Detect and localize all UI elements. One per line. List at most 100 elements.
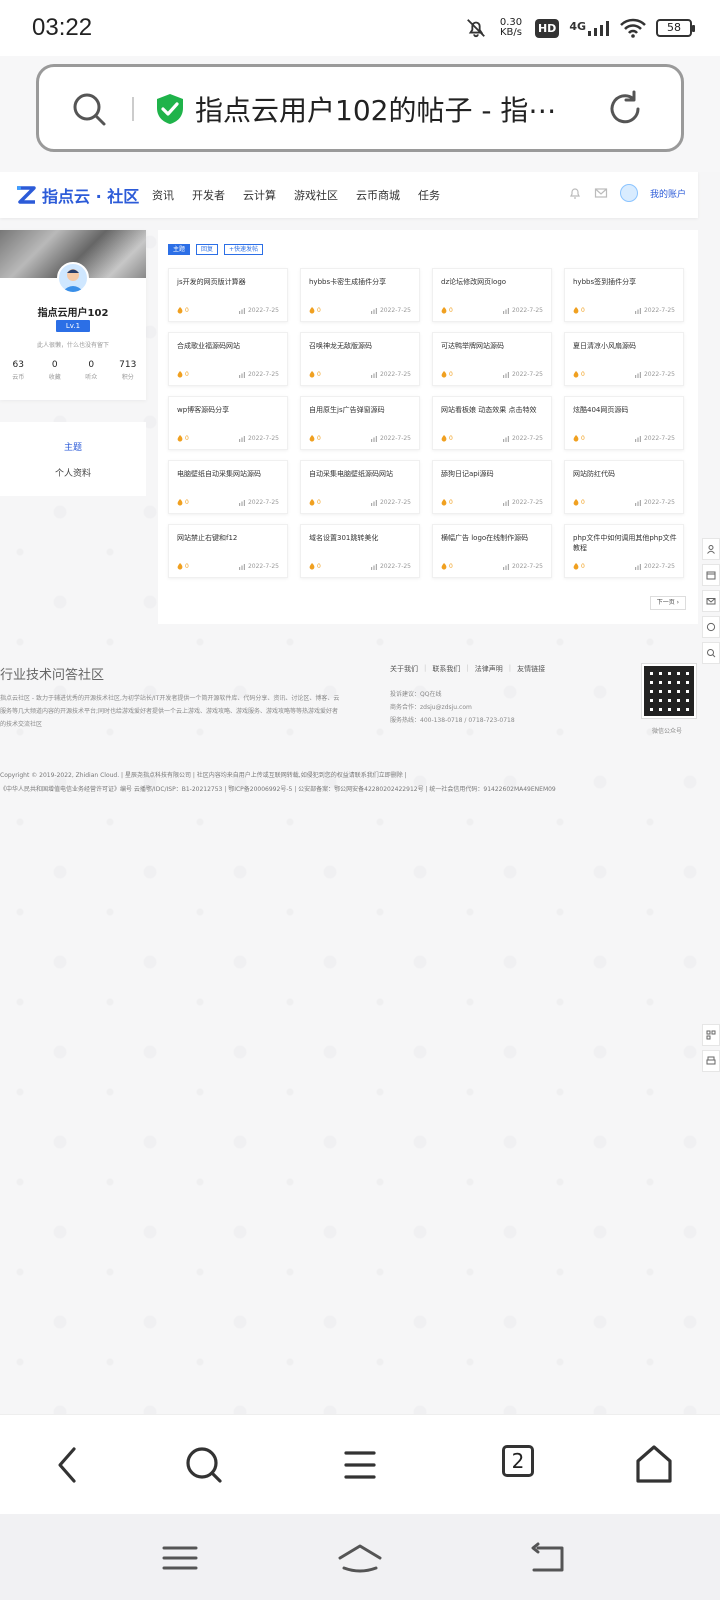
search-icon xyxy=(707,649,716,658)
post-title[interactable]: js开发的网页版计算器 xyxy=(177,277,281,287)
menu-item-threads[interactable]: 主题 xyxy=(0,440,146,453)
side-tools xyxy=(702,538,720,668)
post-title[interactable]: php文件中如何调用其他php文件教程 xyxy=(573,533,677,553)
user-avatar-icon xyxy=(62,269,84,292)
flame-icon xyxy=(177,307,183,314)
tab-threads[interactable]: 主题 xyxy=(168,244,191,255)
nav-item-developer[interactable]: 开发者 xyxy=(192,187,225,203)
post-card[interactable]: 可达鸭举牌网站源码 0 2022-7-25 xyxy=(432,332,552,386)
reload-icon[interactable] xyxy=(605,89,645,129)
nav-item-news[interactable]: 资讯 xyxy=(152,187,174,203)
footer-link-legal[interactable]: 法律声明 xyxy=(475,664,503,674)
post-card[interactable]: 自用原生js广告弹窗源码 0 2022-7-25 xyxy=(300,396,420,450)
side-user-button[interactable] xyxy=(702,538,720,560)
date-text: 2022-7-25 xyxy=(379,563,411,570)
post-card[interactable]: 舔狗日记api源码 0 2022-7-25 xyxy=(432,460,552,514)
post-card[interactable]: 域名设置301跳转美化 0 2022-7-25 xyxy=(300,524,420,578)
post-title[interactable]: 网站防红代码 xyxy=(573,469,677,479)
side-qr-button[interactable] xyxy=(702,1024,720,1046)
profile-stats: 63 云币 0 收藏 0 听众 713 积分 xyxy=(0,360,146,381)
nav-item-shop[interactable]: 云币商城 xyxy=(356,187,400,203)
flame-icon xyxy=(309,371,315,378)
post-title[interactable]: 自用原生js广告弹窗源码 xyxy=(309,405,413,415)
side-search-button[interactable] xyxy=(702,642,720,664)
contact-business[interactable]: 商务合作：zdsju@zdsju.com xyxy=(390,701,515,714)
post-title[interactable]: 网站禁止右键和f12 xyxy=(177,533,281,543)
avatar[interactable] xyxy=(619,184,638,202)
home-icon[interactable] xyxy=(632,1443,676,1487)
post-card[interactable]: wp博客源码分享 0 2022-7-25 xyxy=(168,396,288,450)
page-title[interactable]: 指点云用户102的帖子 - 指⋯ xyxy=(195,89,595,129)
webpage-viewport[interactable]: 指点云 · 社区 资讯 开发者 云计算 游戏社区 云币商城 任务 我的账户 指点… xyxy=(0,172,720,1414)
contact-complaint[interactable]: 投诉建议：QQ在线 xyxy=(390,688,515,701)
footer-link-contact[interactable]: 联系我们 xyxy=(432,664,460,674)
post-title[interactable]: 自动采集电脑壁纸源码网站 xyxy=(309,469,413,479)
side-calendar-button[interactable] xyxy=(702,564,720,586)
nav-item-games[interactable]: 游戏社区 xyxy=(294,187,338,203)
post-title[interactable]: 电脑壁纸自动采集网站源码 xyxy=(177,469,281,479)
post-title[interactable]: 炫酷404网页源码 xyxy=(573,405,677,415)
post-card[interactable]: 合成歌业福源码网站 0 2022-7-25 xyxy=(168,332,288,386)
views-icon xyxy=(238,371,245,378)
post-card[interactable]: 夏日清凉小风扇源码 0 2022-7-25 xyxy=(564,332,684,386)
level-badge: Lv.1 xyxy=(56,320,90,332)
home-icon[interactable] xyxy=(336,1540,384,1576)
search-icon[interactable] xyxy=(71,91,107,127)
post-title[interactable]: 合成歌业福源码网站 xyxy=(177,341,281,351)
post-card[interactable]: hybbs卡密生成插件分享 0 2022-7-25 xyxy=(300,268,420,322)
post-card[interactable]: 网站看板娘 动态效果 点击特效 0 2022-7-25 xyxy=(432,396,552,450)
post-card[interactable]: hybbs签到插件分享 0 2022-7-25 xyxy=(564,268,684,322)
post-title[interactable]: hybbs卡密生成插件分享 xyxy=(309,277,413,287)
back-icon[interactable] xyxy=(528,1540,568,1576)
footer-link-about[interactable]: 关于我们 xyxy=(390,664,418,674)
post-title[interactable]: 夏日清凉小风扇源码 xyxy=(573,341,677,351)
post-title[interactable]: 域名设置301跳转美化 xyxy=(309,533,413,543)
post-title[interactable]: 舔狗日记api源码 xyxy=(441,469,545,479)
post-date: 2022-7-25 xyxy=(634,563,675,570)
date-text: 2022-7-25 xyxy=(643,499,675,506)
post-title[interactable]: 召唤神龙无敌版源码 xyxy=(309,341,413,351)
post-card[interactable]: 电脑壁纸自动采集网站源码 0 2022-7-25 xyxy=(168,460,288,514)
post-title[interactable]: 网站看板娘 动态效果 点击特效 xyxy=(441,405,545,415)
post-card[interactable]: 炫酷404网页源码 0 2022-7-25 xyxy=(564,396,684,450)
flame-icon xyxy=(441,435,447,442)
footer-link-friends[interactable]: 友情链接 xyxy=(517,664,545,674)
post-title[interactable]: 可达鸭举牌网站源码 xyxy=(441,341,545,351)
tab-replies[interactable]: 回复 xyxy=(196,244,219,255)
next-page-button[interactable]: 下一页 › xyxy=(649,596,686,610)
site-logo[interactable]: 指点云 · 社区 xyxy=(14,181,139,209)
side-print-button[interactable] xyxy=(702,1050,720,1072)
mail-icon[interactable] xyxy=(594,186,608,200)
recents-icon[interactable] xyxy=(160,1540,200,1576)
post-card[interactable]: 网站防红代码 0 2022-7-25 xyxy=(564,460,684,514)
post-card[interactable]: dz论坛修改网页logo 0 2022-7-25 xyxy=(432,268,552,322)
views-icon xyxy=(238,435,245,442)
date-text: 2022-7-25 xyxy=(379,435,411,442)
side-mail-button[interactable] xyxy=(702,590,720,612)
post-title[interactable]: dz论坛修改网页logo xyxy=(441,277,545,287)
post-card[interactable]: 召唤神龙无敌版源码 0 2022-7-25 xyxy=(300,332,420,386)
bell-icon[interactable] xyxy=(568,186,582,200)
nav-item-cloud[interactable]: 云计算 xyxy=(243,187,276,203)
post-title[interactable]: hybbs签到插件分享 xyxy=(573,277,677,287)
post-card[interactable]: 横幅广告 logo在线制作源码 0 2022-7-25 xyxy=(432,524,552,578)
search-icon[interactable] xyxy=(182,1443,226,1487)
date-text: 2022-7-25 xyxy=(643,307,675,314)
post-card[interactable]: js开发的网页版计算器 0 2022-7-25 xyxy=(168,268,288,322)
side-chat-button[interactable] xyxy=(702,616,720,638)
post-title[interactable]: 横幅广告 logo在线制作源码 xyxy=(441,533,545,543)
menu-icon[interactable] xyxy=(338,1443,382,1487)
post-card[interactable]: 网站禁止右键和f12 0 2022-7-25 xyxy=(168,524,288,578)
post-title[interactable]: wp博客源码分享 xyxy=(177,405,281,415)
menu-item-profile[interactable]: 个人资料 xyxy=(0,466,146,479)
account-link[interactable]: 我的账户 xyxy=(650,187,686,200)
quick-post-button[interactable]: +快速发帖 xyxy=(224,244,264,255)
back-icon[interactable] xyxy=(46,1443,90,1487)
post-card[interactable]: php文件中如何调用其他php文件教程 0 2022-7-25 xyxy=(564,524,684,578)
profile-avatar[interactable] xyxy=(57,262,89,294)
post-likes: 0 xyxy=(309,435,321,442)
post-card[interactable]: 自动采集电脑壁纸源码网站 0 2022-7-25 xyxy=(300,460,420,514)
nav-item-tasks[interactable]: 任务 xyxy=(418,187,440,203)
tabs-icon[interactable]: 2 xyxy=(502,1445,534,1477)
address-bar[interactable]: 指点云用户102的帖子 - 指⋯ xyxy=(36,64,684,152)
